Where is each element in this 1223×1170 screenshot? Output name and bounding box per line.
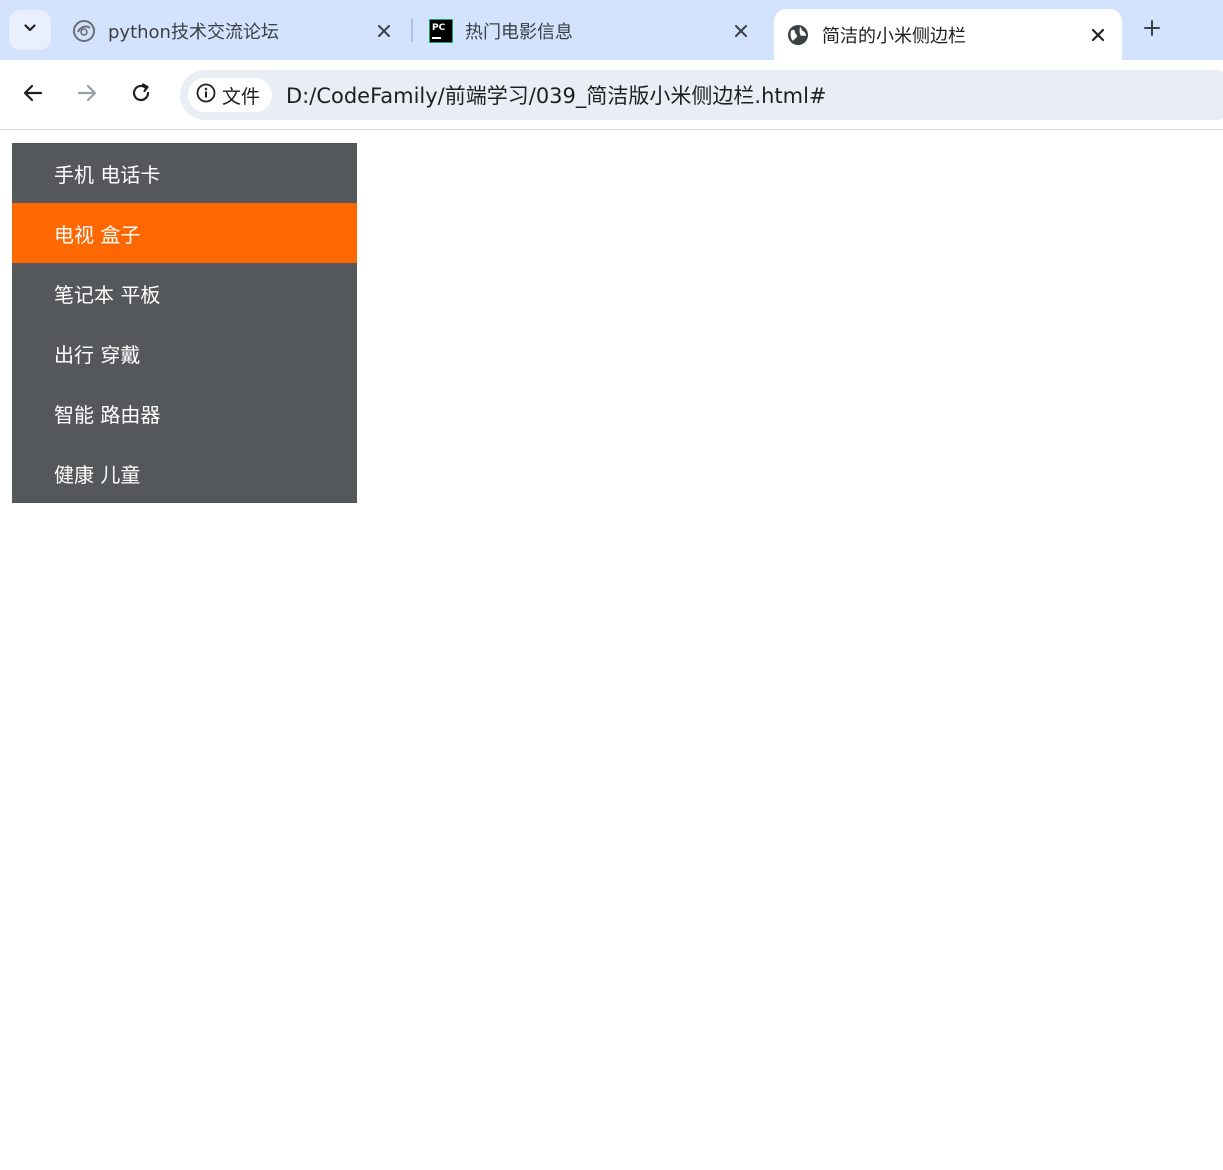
sidebar-item-label: 笔记本 平板 <box>54 282 161 307</box>
tab-separator <box>411 18 413 42</box>
new-tab-button[interactable] <box>1138 16 1166 44</box>
tab-strip: python技术交流论坛 PC 热门电影信息 简洁的小米侧边栏 <box>0 0 1223 60</box>
info-icon <box>196 83 216 107</box>
sidebar-item-laptop[interactable]: 笔记本 平板 <box>12 263 357 323</box>
forum-site-icon <box>72 19 96 43</box>
tab-hot-movies[interactable]: PC 热门电影信息 <box>429 9 753 53</box>
reload-button[interactable] <box>127 81 155 109</box>
site-info-chip[interactable]: 文件 <box>188 78 273 112</box>
close-tab-icon[interactable] <box>1086 23 1110 47</box>
reload-icon <box>130 82 152 108</box>
tab-title: python技术交流论坛 <box>108 22 279 43</box>
url-text[interactable]: D:/CodeFamily/前端学习/039_简洁版小米侧边栏.html# <box>286 80 827 110</box>
arrow-left-icon <box>22 82 44 108</box>
plus-icon <box>1143 19 1161 41</box>
globe-icon <box>786 23 810 47</box>
back-button[interactable] <box>19 81 47 109</box>
sidebar-item-label: 手机 电话卡 <box>54 162 161 187</box>
address-bar[interactable]: 文件 D:/CodeFamily/前端学习/039_简洁版小米侧边栏.html# <box>180 70 1223 120</box>
tab-title: 简洁的小米侧边栏 <box>822 25 966 47</box>
sidebar-item-wearable[interactable]: 出行 穿戴 <box>12 323 357 383</box>
forward-button[interactable] <box>73 81 101 109</box>
sidebar-item-router[interactable]: 智能 路由器 <box>12 383 357 443</box>
sidebar-item-label: 健康 儿童 <box>54 462 141 487</box>
svg-text:PC: PC <box>432 23 446 33</box>
sidebar-item-phone[interactable]: 手机 电话卡 <box>12 143 357 203</box>
close-tab-icon[interactable] <box>729 19 753 43</box>
arrow-right-icon <box>76 82 98 108</box>
sidebar-item-label: 智能 路由器 <box>54 402 161 427</box>
security-chip-label: 文件 <box>222 85 261 108</box>
tab-search-button[interactable] <box>9 10 51 50</box>
sidebar-item-tv[interactable]: 电视 盒子 <box>12 203 357 263</box>
sidebar-item-label: 电视 盒子 <box>54 222 141 247</box>
sidebar-item-health[interactable]: 健康 儿童 <box>12 443 357 503</box>
pycharm-icon: PC <box>429 19 453 43</box>
browser-toolbar: 文件 D:/CodeFamily/前端学习/039_简洁版小米侧边栏.html# <box>0 60 1223 130</box>
sidebar-item-label: 出行 穿戴 <box>54 342 141 367</box>
tab-title: 热门电影信息 <box>465 22 573 43</box>
tab-python-forum[interactable]: python技术交流论坛 <box>72 9 396 53</box>
close-tab-icon[interactable] <box>372 19 396 43</box>
chevron-down-icon <box>22 20 38 40</box>
tab-xiaomi-sidebar[interactable]: 简洁的小米侧边栏 <box>774 9 1122 60</box>
xiaomi-sidebar: 手机 电话卡 电视 盒子 笔记本 平板 出行 穿戴 智能 路由器 健康 儿童 <box>12 143 357 503</box>
